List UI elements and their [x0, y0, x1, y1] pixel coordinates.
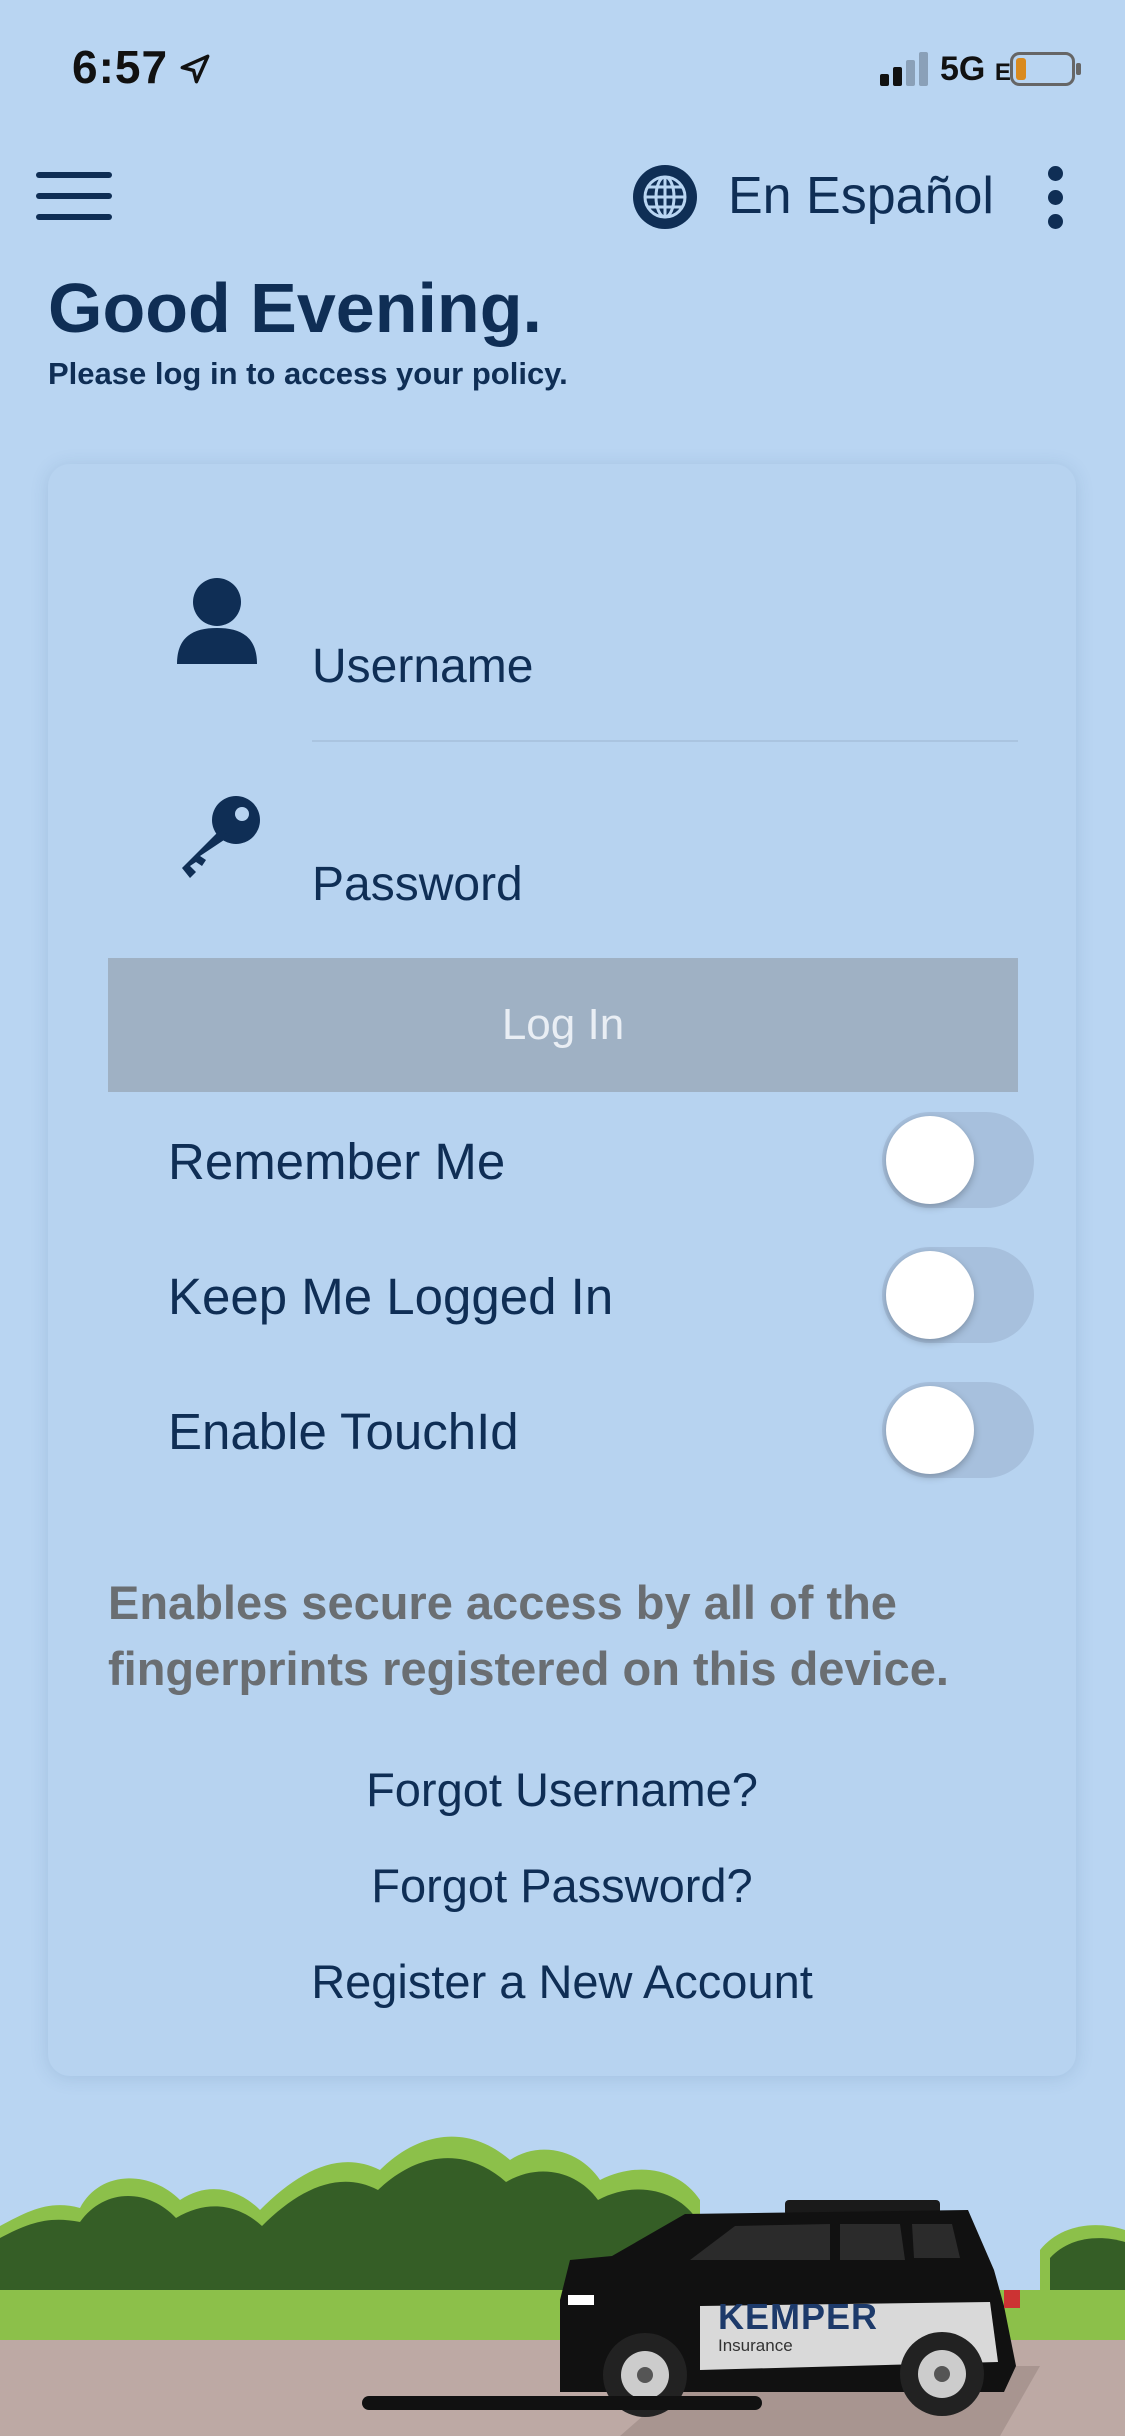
greeting-subtitle: Please log in to access your policy.: [48, 356, 568, 391]
forgot-password-link[interactable]: Forgot Password?: [48, 1858, 1076, 1913]
landscape-illustration: [0, 2136, 1125, 2436]
enable-touchid-row: Enable TouchId: [168, 1382, 1034, 1482]
keep-logged-in-label: Keep Me Logged In: [168, 1268, 614, 1325]
more-vertical-icon[interactable]: [1040, 166, 1070, 230]
username-underline: [312, 740, 1018, 742]
signal-icon: [880, 52, 928, 86]
kemper-logo-sub: Insurance: [718, 2336, 793, 2355]
enable-touchid-toggle[interactable]: [882, 1382, 1034, 1478]
login-card: Username Password Log In Remember Me Kee…: [48, 464, 1076, 2076]
hamburger-menu-icon[interactable]: [36, 172, 112, 224]
login-button[interactable]: Log In: [108, 958, 1018, 1092]
password-input[interactable]: Password: [312, 857, 523, 912]
home-indicator: [362, 2396, 762, 2410]
username-input[interactable]: Username: [312, 639, 533, 694]
user-icon: [177, 578, 257, 664]
remember-me-row: Remember Me: [168, 1112, 1034, 1212]
keep-logged-in-row: Keep Me Logged In: [168, 1247, 1034, 1347]
globe-icon[interactable]: [632, 164, 698, 230]
language-toggle-link[interactable]: En Español: [728, 166, 994, 226]
greeting-title: Good Evening.: [48, 269, 542, 347]
status-bar: 6:57 5G E: [0, 0, 1125, 140]
keep-logged-in-toggle[interactable]: [882, 1247, 1034, 1343]
battery-icon: [1010, 52, 1081, 86]
network-indicator: 5G E: [940, 50, 1011, 88]
key-icon: [182, 796, 260, 878]
register-account-link[interactable]: Register a New Account: [48, 1954, 1076, 2009]
kemper-logo: KEMPER: [718, 2296, 879, 2337]
remember-me-label: Remember Me: [168, 1133, 506, 1190]
status-time: 6:57: [72, 41, 169, 93]
touchid-note: Enables secure access by all of the fing…: [108, 1576, 949, 1695]
forgot-username-link[interactable]: Forgot Username?: [48, 1762, 1076, 1817]
remember-me-toggle[interactable]: [882, 1112, 1034, 1208]
enable-touchid-label: Enable TouchId: [168, 1403, 519, 1460]
location-arrow-icon: [180, 54, 210, 84]
